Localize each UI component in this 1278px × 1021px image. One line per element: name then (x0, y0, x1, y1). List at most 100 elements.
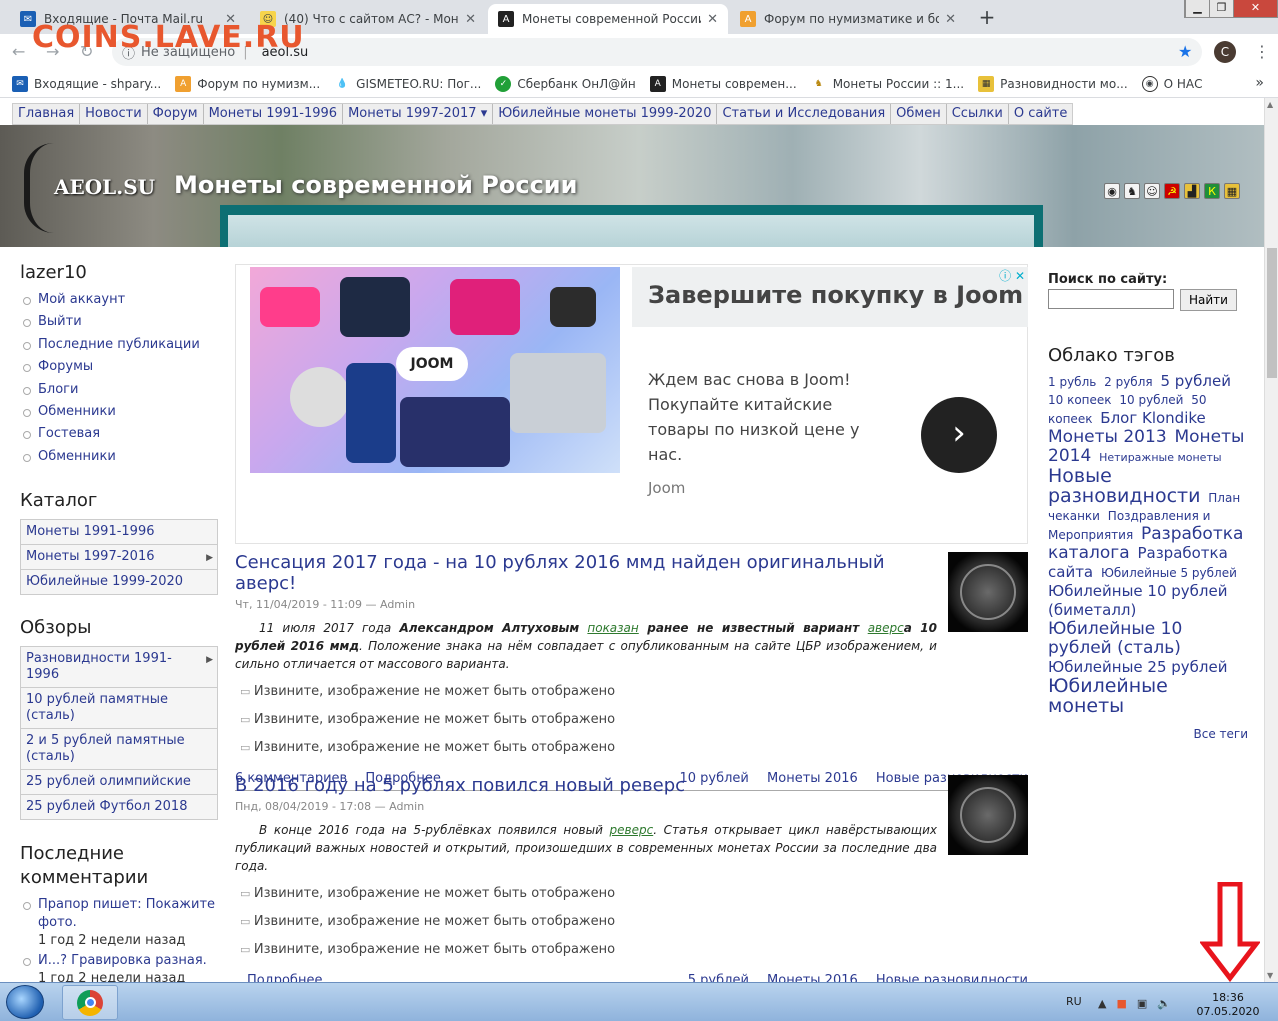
catalog-icon[interactable]: ▦ (1224, 183, 1240, 199)
ik-icon[interactable]: К (1204, 183, 1220, 199)
tag-link[interactable]: 2 рубля (1104, 375, 1152, 389)
user-link-forums[interactable]: Форумы (20, 356, 218, 378)
close-window-icon[interactable]: ✕ (1233, 0, 1277, 17)
tag-link[interactable]: Юбилейные 10 рублей (сталь) (1048, 619, 1182, 658)
tag-cloud: 1 рубль 2 рубля 5 рублей 10 копеек 10 ру… (1048, 372, 1248, 717)
tab-numismatics-forum[interactable]: A Форум по нумизматике и бонис ✕ (730, 4, 966, 34)
tag-link[interactable]: Блог Klondike (1100, 409, 1205, 427)
article-link[interactable]: реверс (610, 823, 654, 837)
joom-ad[interactable]: JOOM Завершите покупку в Joom Ждем вас с… (235, 264, 1028, 544)
system-clock[interactable]: 18:36 07.05.2020 (1196, 991, 1260, 1019)
minimize-icon[interactable]: ▁ (1185, 0, 1209, 17)
bookmark-gismeteo[interactable]: 💧 GISMETEO.RU: Пог... (334, 76, 482, 92)
bookmark-varieties[interactable]: ▦ Разновидности мо... (978, 75, 1128, 92)
catalog-item[interactable]: Монеты 1997-2016 ▶ (21, 545, 217, 571)
tag-link[interactable]: Юбилейные монеты (1048, 675, 1168, 717)
close-tab-icon[interactable]: ✕ (945, 12, 956, 27)
profile-avatar[interactable]: C (1214, 41, 1236, 63)
review-item[interactable]: 25 рублей Футбол 2018 (21, 795, 217, 820)
smiley-icon[interactable]: ☺ (1144, 183, 1160, 199)
tag-link[interactable]: Юбилейные 5 рублей (1101, 566, 1237, 580)
hammer-sickle-icon[interactable]: ☭ (1164, 183, 1180, 199)
scroll-down-icon[interactable]: ▼ (1267, 971, 1273, 980)
scrollbar-thumb[interactable] (1267, 248, 1277, 378)
user-link-blogs[interactable]: Блоги (20, 379, 218, 401)
catalog-item[interactable]: Юбилейные 1999-2020 (21, 570, 217, 595)
tab-aeol-active[interactable]: A Монеты современной России ✕ (488, 4, 728, 34)
article-link[interactable]: аверс (868, 621, 904, 635)
bookmark-mail[interactable]: ✉ Входящие - shpary... (12, 75, 161, 92)
menu-item-about[interactable]: О сайте (1009, 104, 1073, 124)
network-icon[interactable]: ▣ (1137, 997, 1147, 1010)
user-link-guestbook[interactable]: Гостевая (20, 423, 218, 445)
scroll-up-icon[interactable]: ▲ (1267, 100, 1273, 109)
search-input[interactable] (1048, 289, 1174, 309)
ad-next-button[interactable]: › (921, 397, 997, 473)
menu-item-coins-1997[interactable]: Монеты 1997-2017 ▾ (343, 104, 494, 124)
close-tab-icon[interactable]: ✕ (465, 12, 476, 27)
tag-link[interactable]: Юбилейные 25 рублей (1048, 658, 1227, 676)
ad-title[interactable]: Завершите покупку в Joom (632, 267, 1028, 327)
menu-item-forum[interactable]: Форум (148, 104, 204, 124)
menu-item-home[interactable]: Главная (13, 104, 81, 124)
bookmark-coins-russia[interactable]: ♞ Монеты России :: 1... (811, 76, 964, 92)
bookmark-sberbank[interactable]: ✓ Сбербанк ОнЛ@йн (495, 75, 636, 92)
user-link-exchangers[interactable]: Обменники (20, 401, 218, 423)
bookmark-star-icon[interactable]: ★ (1178, 42, 1192, 61)
menu-item-news[interactable]: Новости (80, 104, 148, 124)
tag-link[interactable]: 10 рублей (1119, 393, 1183, 407)
maximize-icon[interactable]: ❐ (1209, 0, 1233, 17)
coins-stack-icon[interactable]: ▟ (1184, 183, 1200, 199)
comment-link[interactable]: Прапор пишет: Покажите фото. (38, 897, 215, 930)
new-tab-button[interactable]: + (974, 6, 1000, 30)
volume-icon[interactable]: 🔈 (1157, 997, 1171, 1010)
tag-link[interactable]: Юбилейные 10 рублей (биметалл) (1048, 582, 1227, 619)
tag-link[interactable]: 10 копеек (1048, 393, 1112, 407)
back-icon[interactable]: ← (12, 42, 25, 61)
user-link-logout[interactable]: Выйти (20, 311, 218, 333)
taskbar-chrome[interactable] (62, 985, 118, 1020)
review-item[interactable]: 25 рублей олимпийские (21, 770, 217, 796)
menu-item-coins-1991[interactable]: Монеты 1991-1996 (204, 104, 344, 124)
tray-expand-icon[interactable]: ▲ (1098, 997, 1106, 1010)
tag-link[interactable]: Нетиражные монеты (1099, 451, 1221, 464)
article-thumbnail[interactable] (948, 552, 1028, 632)
bookmark-about[interactable]: ◉ О НАС (1141, 75, 1203, 92)
user-link-recent[interactable]: Последние публикации (20, 334, 218, 356)
article-title[interactable]: Сенсация 2017 года - на 10 рублях 2016 м… (235, 552, 935, 594)
start-button[interactable] (6, 985, 44, 1019)
page-scrollbar[interactable]: ▲ ▼ (1264, 98, 1278, 982)
figure-icon[interactable]: ♞ (1124, 183, 1140, 199)
ad-image[interactable]: JOOM (250, 267, 620, 473)
review-item[interactable]: 10 рублей памятные (сталь) (21, 688, 217, 730)
menu-item-articles[interactable]: Статьи и Исследования (717, 104, 892, 124)
review-item[interactable]: Разновидности 1991-1996 ▶ (21, 647, 217, 689)
catalog-item[interactable]: Монеты 1991-1996 (21, 520, 217, 546)
comment-link[interactable]: И...? Гравировка разная. (38, 953, 207, 968)
menu-item-jubilee[interactable]: Юбилейные монеты 1999-2020 (493, 104, 718, 124)
tag-link[interactable]: Монеты 2013 (1048, 427, 1167, 447)
ad-choices-icon[interactable]: ⓘ ✕ (999, 267, 1025, 284)
menu-icon[interactable]: ⋮ (1254, 42, 1270, 61)
coin-icon[interactable]: ◉ (1104, 183, 1120, 199)
article-link[interactable]: показан (587, 621, 638, 635)
all-tags-link[interactable]: Все теги (1048, 727, 1248, 741)
user-link-exchangers-2[interactable]: Обменники (20, 446, 218, 468)
tag-link[interactable]: Новые разновидности (1048, 465, 1200, 507)
menu-item-links[interactable]: Ссылки (947, 104, 1009, 124)
menu-item-exchange[interactable]: Обмен (891, 104, 947, 124)
tray-app-icon[interactable]: ■ (1116, 997, 1126, 1010)
close-tab-icon[interactable]: ✕ (707, 12, 718, 27)
bookmark-forum[interactable]: A Форум по нумизм... (175, 75, 320, 92)
search-button[interactable]: Найти (1180, 289, 1237, 311)
review-item[interactable]: 2 и 5 рублей памятные (сталь) (21, 729, 217, 771)
site-logo[interactable]: AEOL.SU (20, 139, 170, 239)
language-indicator[interactable]: RU (1066, 995, 1082, 1008)
tag-link[interactable]: 5 рублей (1160, 372, 1231, 390)
user-link-account[interactable]: Мой аккаунт (20, 289, 218, 311)
tag-link[interactable]: 1 рубль (1048, 375, 1096, 389)
more-bookmarks-icon[interactable]: » (1255, 75, 1264, 91)
bookmark-aeol[interactable]: A Монеты современ... (649, 75, 797, 92)
article-thumbnail[interactable] (948, 775, 1028, 855)
article-title[interactable]: В 2016 году на 5 рублях повился новый ре… (235, 775, 935, 796)
